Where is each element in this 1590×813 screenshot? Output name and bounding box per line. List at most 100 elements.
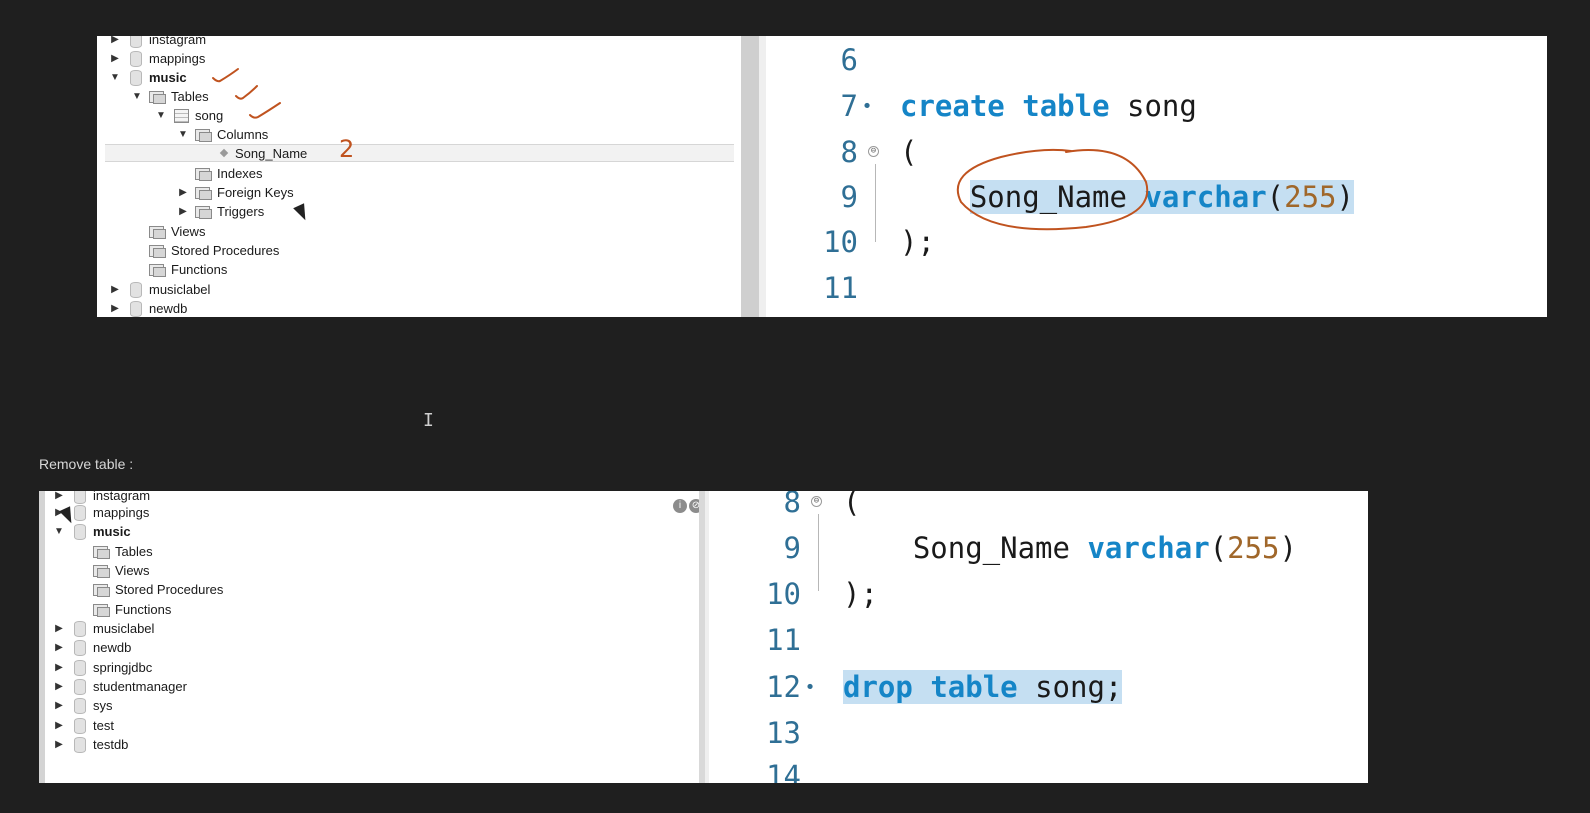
tree-node-label: music	[93, 523, 131, 539]
collapse-arrow-icon[interactable]: ▼	[53, 526, 65, 537]
tree-node[interactable]: ▶ studentmanager	[53, 677, 187, 695]
fold-toggle-icon[interactable]: ⊖	[868, 146, 879, 157]
code-line[interactable]: 11	[766, 265, 1547, 311]
navigator-scrollbar[interactable]	[741, 36, 759, 317]
code-line[interactable]: 8 ⊖ (	[766, 129, 1547, 175]
collapse-arrow-icon[interactable]: ▼	[109, 72, 121, 83]
expand-arrow-icon[interactable]: ▶	[177, 206, 189, 217]
code-line[interactable]: 9 Song_Name varchar(255)	[766, 174, 1547, 220]
tree-node[interactable]: Tables	[75, 542, 153, 560]
tree-node[interactable]: Song_Name	[105, 144, 734, 162]
expand-arrow-icon[interactable]: ▶	[177, 187, 189, 198]
tree-node[interactable]: ▶ mappings	[109, 49, 205, 67]
collapse-arrow-icon[interactable]: ▼	[155, 110, 167, 121]
tree-node[interactable]: ▶ instagram	[109, 36, 206, 48]
code-line[interactable]: 11	[709, 617, 1368, 663]
tree-node[interactable]: Stored Procedures	[131, 241, 279, 259]
code-line[interactable]: 13	[709, 710, 1368, 756]
tree-node[interactable]: ▼ music	[109, 68, 187, 86]
tree-node[interactable]: ▶ newdb	[109, 299, 187, 317]
expand-arrow-icon[interactable]: ▶	[109, 303, 121, 314]
tree-node[interactable]: ▶ springjdbc	[53, 658, 152, 676]
tree-node[interactable]: Stored Procedures	[75, 580, 223, 598]
expand-arrow-icon[interactable]: ▶	[53, 700, 65, 711]
database-icon	[127, 51, 143, 67]
tree-node[interactable]: ▼ Tables	[131, 87, 209, 105]
sql-keyword: varchar	[1087, 531, 1210, 565]
code-text[interactable]: create table song	[900, 89, 1197, 123]
tree-node-label: instagram	[149, 36, 207, 47]
expand-arrow-icon[interactable]: ▶	[109, 53, 121, 64]
sql-token: (	[1209, 531, 1228, 565]
code-line[interactable]: 7 • create table song	[766, 83, 1547, 129]
text-cursor-icon: I	[423, 410, 434, 431]
expand-arrow-icon[interactable]: ▶	[53, 662, 65, 673]
collapse-arrow-icon[interactable]: ▼	[131, 91, 143, 102]
expand-arrow-icon[interactable]: ▶	[109, 36, 121, 45]
expand-arrow-icon[interactable]: ▶	[53, 739, 65, 750]
fold-gutter[interactable]: ⊖	[868, 129, 900, 175]
code-line[interactable]: 6	[766, 37, 1547, 83]
tree-node[interactable]: Views	[75, 561, 149, 579]
code-line[interactable]: 14	[709, 753, 1368, 783]
tree-node[interactable]: Functions	[131, 260, 227, 278]
tree-node[interactable]: ▶ musiclabel	[53, 619, 154, 637]
line-number: 6	[840, 43, 858, 77]
info-icon[interactable]: i	[673, 499, 687, 513]
tree-node[interactable]: ▼ Columns	[177, 125, 268, 143]
fold-gutter[interactable]: ⊖	[811, 491, 843, 525]
code-line[interactable]: 10);	[766, 219, 1547, 265]
tree-node[interactable]: Indexes	[177, 164, 263, 182]
tree-node-label: musiclabel	[149, 281, 211, 297]
tree-node[interactable]: ▶ musiclabel	[109, 280, 210, 298]
tree-node[interactable]: ▶ testdb	[53, 735, 128, 753]
tree-node-label: mappings	[93, 504, 150, 520]
database-icon	[71, 698, 87, 714]
code-text[interactable]: (	[900, 135, 917, 169]
expand-arrow-icon[interactable]: ▶	[53, 720, 65, 731]
sql-keyword: create	[900, 89, 1005, 123]
tree-node-label: Foreign Keys	[217, 184, 294, 200]
expand-arrow-icon[interactable]: ▶	[53, 491, 65, 501]
fold-gutter	[819, 617, 843, 663]
tree-node[interactable]: Views	[131, 222, 205, 240]
fold-gutter	[819, 571, 843, 617]
tree-node[interactable]: Functions	[75, 600, 171, 618]
database-icon	[71, 718, 87, 734]
panel-divider[interactable]	[759, 36, 766, 317]
tree-node[interactable]: ▶ newdb	[53, 638, 131, 656]
code-text[interactable]: drop table song;	[843, 670, 1123, 704]
code-text[interactable]: Song_Name varchar(255)	[900, 180, 1354, 214]
code-text[interactable]: );	[900, 225, 935, 259]
code-text[interactable]: Song_Name varchar(255)	[843, 531, 1297, 565]
tree-node[interactable]: ▼ song	[155, 106, 223, 124]
expand-arrow-icon[interactable]: ▶	[53, 623, 65, 634]
database-icon	[71, 679, 87, 695]
collapse-arrow-icon[interactable]: ▼	[177, 129, 189, 140]
sql-token: (	[1266, 180, 1285, 214]
tree-node-label: Views	[171, 223, 206, 239]
schema-navigator[interactable]: ▶ instagram ▶ mappings ▼ music ▼ Tables ▼ song ▼ Co…	[97, 36, 742, 317]
table-icon	[173, 108, 189, 123]
code-line[interactable]: 12 • drop table song;	[709, 664, 1368, 710]
sql-token	[912, 670, 931, 704]
schema-navigator[interactable]: ▶ instagram ▶ mappings ▼ music Tables Views Stor…	[39, 491, 704, 783]
code-text[interactable]: (	[843, 491, 860, 519]
fold-gutter	[819, 710, 843, 756]
database-icon	[71, 524, 87, 540]
sql-editor[interactable]: 8 ⊖(9 Song_Name varchar(255) 10); 11 12 • drop…	[709, 491, 1368, 783]
tree-node[interactable]: ▶ Foreign Keys	[177, 183, 294, 201]
tree-node[interactable]: ▶ Triggers	[177, 202, 264, 220]
code-text[interactable]: );	[843, 577, 878, 611]
sql-editor[interactable]: 6 7 • create table song 8 ⊖ (9 Song_Name varch…	[766, 36, 1547, 317]
code-line[interactable]: 10);	[709, 571, 1368, 617]
expand-arrow-icon[interactable]: ▶	[53, 642, 65, 653]
expand-arrow-icon[interactable]: ▶	[53, 681, 65, 692]
expand-arrow-icon[interactable]: ▶	[109, 284, 121, 295]
code-line[interactable]: 9 Song_Name varchar(255)	[709, 525, 1368, 571]
code-line[interactable]: 8 ⊖ (	[709, 491, 1368, 525]
tree-node[interactable]: ▶ sys	[53, 696, 113, 714]
tree-node[interactable]: ▶ test	[53, 716, 114, 734]
fold-toggle-icon[interactable]: ⊖	[811, 496, 822, 507]
tree-node-label: Triggers	[217, 203, 265, 219]
